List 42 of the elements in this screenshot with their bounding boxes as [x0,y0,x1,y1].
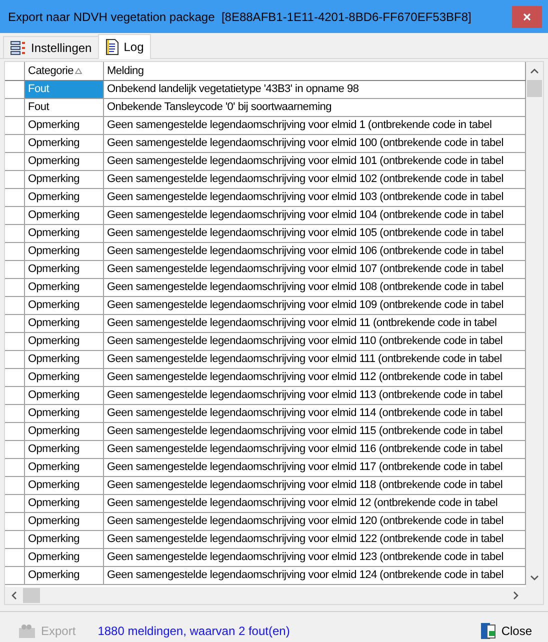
document-icon [104,39,119,55]
tab[interactable]: Instellingen [3,36,99,58]
table-cell: Opmerking [25,315,104,332]
close-icon [523,12,531,20]
table-cell: Opmerking [25,153,104,170]
status-text: 1880 meldingen, waarvan 2 fout(en) [98,624,291,638]
door-icon [480,622,496,640]
table-cell: Opmerking [25,207,104,224]
table-cell: Opmerking [25,531,104,548]
table-cell: Opmerking [25,459,104,476]
table-cell: Opmerking [25,135,104,152]
table-cell: Fout [25,81,104,98]
table-cell: Opmerking [25,117,104,134]
table-cell: Opmerking [25,477,104,494]
table-cell: Opmerking [25,549,104,566]
tab[interactable]: Log [98,34,151,59]
close-button[interactable]: Close [478,620,534,642]
table-cell: Opmerking [25,279,104,296]
table-cell: Opmerking [25,369,104,386]
table-cell: Opmerking [25,513,104,530]
table-cell: Fout [25,99,104,116]
table-cell: Opmerking [25,261,104,278]
table-cell: Opmerking [25,171,104,188]
column-header[interactable]: Categorie [25,62,104,80]
horizontal-scrollbar[interactable] [5,587,526,604]
vertical-scrollbar[interactable] [526,62,543,587]
close-button[interactable] [512,6,542,28]
list-icon [10,40,26,56]
database-icon [18,623,36,639]
table-cell: Opmerking [25,387,104,404]
table-cell: Opmerking [25,405,104,422]
table-cell: Opmerking [25,441,104,458]
table-cell: Opmerking [25,297,104,314]
table-cell: Opmerking [25,189,104,206]
table-cell: Opmerking [25,333,104,350]
table-cell: Opmerking [25,225,104,242]
window-title: Export naar NDVH vegetation package [8E88AFB1-1E11-4201-8BD6-FF670EF53BF8] [8,10,472,24]
table-cell: Opmerking [25,567,104,584]
table-cell: Opmerking [25,495,104,512]
table-cell: Opmerking [25,423,104,440]
table-cell: Opmerking [25,243,104,260]
table-cell: Opmerking [25,351,104,368]
